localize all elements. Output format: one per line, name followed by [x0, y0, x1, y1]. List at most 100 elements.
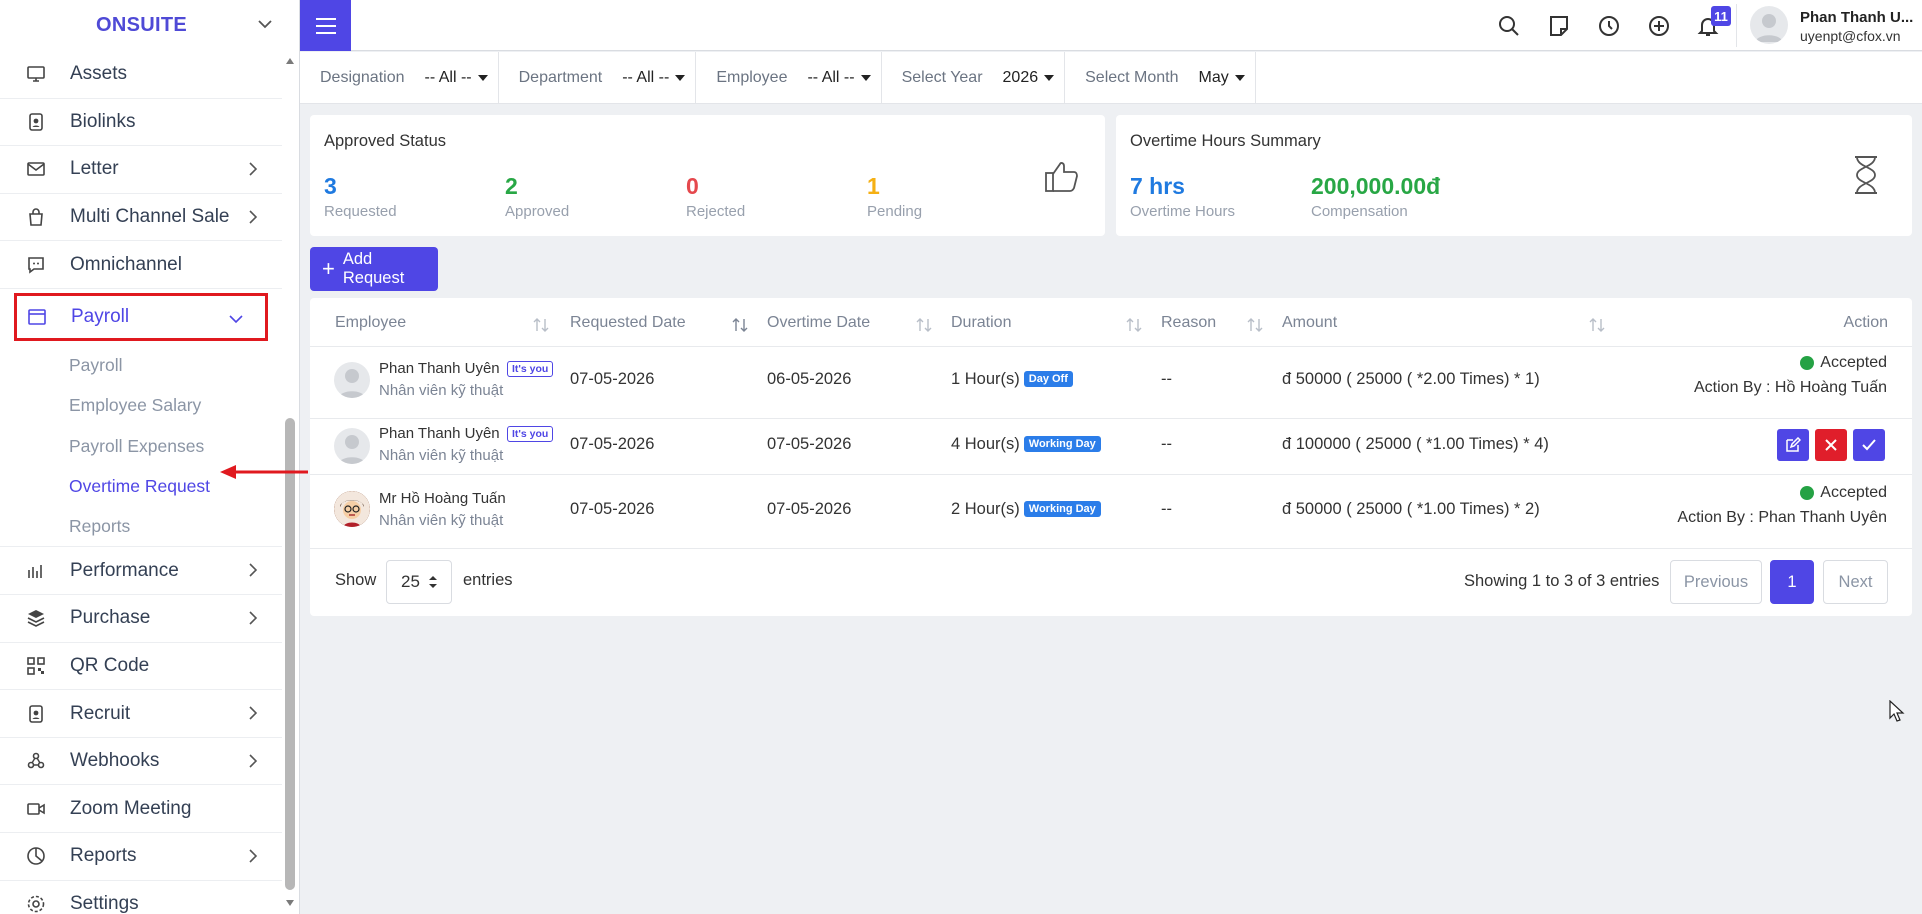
sidebar-subitem-payroll-expenses[interactable]: Payroll Expenses [0, 426, 282, 467]
sort-icon[interactable] [1246, 316, 1264, 334]
video-icon [26, 799, 46, 819]
sidebar-item-performance[interactable]: Performance [0, 547, 282, 596]
user-avatar-icon [1755, 14, 1783, 42]
sidebar-item-reports[interactable]: Reports [0, 833, 282, 881]
table-divider [310, 418, 1912, 419]
sort-icon[interactable] [915, 316, 933, 334]
filter-label: Department [518, 68, 603, 86]
column-header-reason[interactable]: Reason [1161, 314, 1216, 332]
caret-down-icon [1234, 74, 1245, 81]
sidebar-item-label: Performance [70, 559, 179, 581]
month-select[interactable]: May [1199, 69, 1245, 87]
sidebar-item-multi-channel-sale[interactable]: Multi Channel Sale [0, 194, 282, 242]
chevron-right-icon [249, 210, 258, 224]
chevron-right-icon [249, 611, 258, 625]
column-header-employee[interactable]: Employee [335, 314, 406, 332]
plus-icon: + [322, 256, 335, 281]
edit-button[interactable] [1777, 429, 1809, 461]
sidebar-item-settings[interactable]: Settings [0, 881, 282, 914]
sidebar-subitem-employee-salary[interactable]: Employee Salary [0, 385, 282, 426]
avatar [334, 428, 370, 464]
user-name[interactable]: Phan Thanh U... [1800, 9, 1913, 26]
pagination-previous[interactable]: Previous [1670, 560, 1762, 604]
sidebar-item-label: Settings [70, 893, 139, 914]
status-badge: Accepted [1800, 354, 1887, 372]
user-avatar-icon [338, 369, 366, 398]
column-header-amount[interactable]: Amount [1282, 314, 1337, 332]
brand[interactable]: ONSUITE [0, 0, 299, 51]
add-circle-icon[interactable] [1647, 14, 1671, 38]
avatar[interactable] [1750, 6, 1788, 44]
sidebar-item-label: Biolinks [70, 110, 136, 132]
sort-icon[interactable] [731, 316, 749, 334]
status-text: Accepted [1820, 354, 1887, 371]
caret-down-icon [1044, 74, 1055, 81]
sidebar-item-zoom-meeting[interactable]: Zoom Meeting [0, 785, 282, 834]
sticky-note-icon[interactable] [1547, 14, 1571, 38]
employee-name: Phan Thanh Uyên [379, 425, 500, 442]
monitor-icon [26, 64, 46, 84]
sidebar-scrollbar[interactable] [285, 418, 295, 890]
clock-icon[interactable] [1597, 14, 1621, 38]
add-request-button[interactable]: + Add Request [310, 247, 438, 291]
designation-select[interactable]: -- All -- [425, 69, 488, 87]
employee-name: Phan Thanh Uyên [379, 360, 500, 377]
user-avatar-icon [338, 435, 366, 464]
sidebar-item-recruit[interactable]: Recruit [0, 690, 282, 738]
day-type-badge: Working Day [1023, 501, 1101, 517]
employee-select[interactable]: -- All -- [807, 68, 871, 87]
hamburger-menu-button[interactable] [300, 0, 351, 51]
department-select[interactable]: -- All -- [622, 68, 686, 87]
sidebar-item-purchase[interactable]: Purchase [0, 595, 282, 643]
sidebar-item-omnichannel[interactable]: Omnichannel [0, 241, 282, 289]
sidebar-item-assets[interactable]: Assets [0, 51, 282, 99]
sidebar-subitem-payroll[interactable]: Payroll [0, 345, 282, 386]
approve-button[interactable] [1853, 429, 1885, 461]
filter-value: -- All -- [622, 68, 670, 86]
sort-icon[interactable] [1125, 316, 1143, 334]
avatar [334, 362, 370, 398]
pending-label: Pending [867, 203, 923, 220]
table-divider [310, 346, 1912, 347]
employee-role: Nhân viên kỹ thuật [379, 447, 504, 464]
edit-icon [1786, 437, 1801, 452]
sort-icon[interactable] [1588, 316, 1606, 334]
caret-down-icon [477, 74, 488, 81]
column-header-overtime-date[interactable]: Overtime Date [767, 314, 870, 332]
year-select[interactable]: 2026 [1003, 69, 1055, 87]
sidebar-item-biolinks[interactable]: Biolinks [0, 99, 282, 147]
sort-icon[interactable] [532, 316, 550, 334]
column-header-duration[interactable]: Duration [951, 314, 1011, 332]
status-text: Accepted [1820, 484, 1887, 501]
rejected-count: 0 [686, 173, 699, 199]
topbar-divider [1736, 4, 1737, 47]
filter-value: -- All -- [807, 68, 855, 86]
filter-bar: Designation -- All -- Department -- All … [300, 51, 1922, 104]
filter-label: Employee [716, 68, 788, 86]
pagination-next[interactable]: Next [1823, 560, 1888, 604]
scroll-up-arrow[interactable] [285, 56, 295, 66]
chevron-down-icon[interactable] [255, 14, 275, 34]
scroll-down-arrow[interactable] [285, 898, 295, 908]
caret-down-icon [860, 74, 871, 81]
cartoon-avatar-icon [334, 491, 370, 527]
id-badge-icon [26, 704, 46, 724]
sidebar-item-letter[interactable]: Letter [0, 146, 282, 194]
status-dot [1800, 356, 1815, 370]
entries-select[interactable]: 25 [386, 560, 452, 604]
mail-icon [26, 159, 46, 179]
its-you-badge: It's you [507, 361, 554, 377]
reject-button[interactable] [1815, 429, 1847, 461]
sidebar-item-webhooks[interactable]: Webhooks [0, 738, 282, 786]
sidebar-item-payroll[interactable]: Payroll [14, 292, 268, 341]
column-header-requested-date[interactable]: Requested Date [570, 314, 686, 332]
shopping-bag-icon [26, 207, 46, 227]
status-badge: Accepted [1800, 484, 1887, 502]
sidebar-subitem-reports[interactable]: Reports [0, 507, 282, 548]
search-icon[interactable] [1497, 14, 1521, 38]
sidebar-item-qr-code[interactable]: QR Code [0, 643, 282, 691]
pagination-page-1[interactable]: 1 [1770, 560, 1814, 604]
overtime-hours-label: Overtime Hours [1130, 203, 1236, 220]
card-title: Approved Status [324, 132, 446, 150]
caret-down-icon [675, 74, 686, 81]
